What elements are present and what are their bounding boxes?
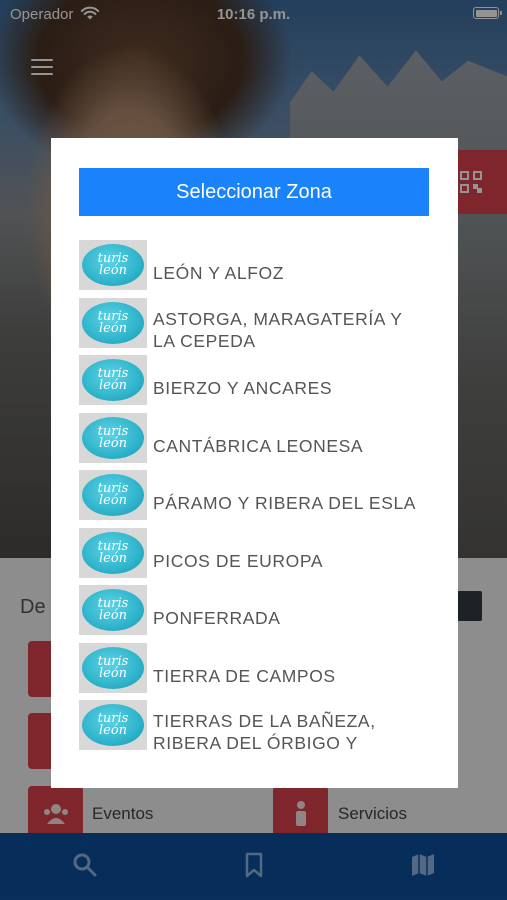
zone-item[interactable]: turis león PONFERRADA: [79, 585, 434, 643]
turisleon-logo-icon: turis león: [79, 412, 147, 463]
turisleon-logo-icon: turis león: [79, 355, 147, 405]
zone-item[interactable]: turis león PICOS DE EUROPA: [79, 527, 434, 586]
turisleon-logo-icon: turis león: [79, 470, 147, 520]
zone-label: BIERZO Y ANCARES: [153, 378, 333, 398]
zone-label: PICOS DE EUROPA: [153, 550, 324, 571]
zone-label: TIERRA DE CAMPOS: [153, 665, 336, 686]
zone-label: CANTÁBRICA LEONESA: [153, 435, 364, 456]
dialog-title: Seleccionar Zona: [79, 168, 429, 216]
turisleon-logo-icon: turis león: [79, 700, 147, 750]
zone-label: TIERRAS DE LA BAÑEZA, RIBERA DEL ÓRBIGO …: [153, 711, 376, 753]
turisleon-logo-icon: turis león: [79, 297, 147, 348]
zone-item[interactable]: turis león BIERZO Y ANCARES: [79, 355, 434, 413]
turisleon-logo-icon: turis león: [79, 585, 147, 635]
zone-label: ASTORGA, MARAGATERÍA Y LA CEPEDA: [153, 308, 403, 351]
zone-item[interactable]: turis león TIERRAS DE LA BAÑEZA, RIBERA DE…: [79, 700, 434, 758]
zone-label: PÁRAMO Y RIBERA DEL ESLA: [153, 493, 417, 513]
zone-label: LEÓN Y ALFOZ: [153, 263, 285, 283]
turisleon-logo-icon: turis león: [79, 642, 147, 693]
turisleon-logo-icon: turis león: [79, 527, 147, 578]
zone-item[interactable]: turis león ASTORGA, MARAGATERÍA Y LA CEPED…: [79, 297, 434, 356]
turisleon-logo-icon: turis león: [79, 240, 147, 290]
zone-label: PONFERRADA: [153, 608, 281, 628]
zone-item[interactable]: turis león LEÓN Y ALFOZ: [79, 240, 434, 298]
zone-item[interactable]: turis león CANTÁBRICA LEONESA: [79, 412, 434, 471]
zone-item[interactable]: turis león PÁRAMO Y RIBERA DEL ESLA: [79, 470, 434, 528]
zone-list: turis león LEÓN Y ALFOZ turis león ASTORGA, M…: [79, 240, 434, 758]
zone-selector-dialog: Seleccionar Zona turis león LEÓN Y ALFOZ tu…: [51, 138, 458, 788]
zone-item[interactable]: turis león TIERRA DE CAMPOS: [79, 642, 434, 701]
